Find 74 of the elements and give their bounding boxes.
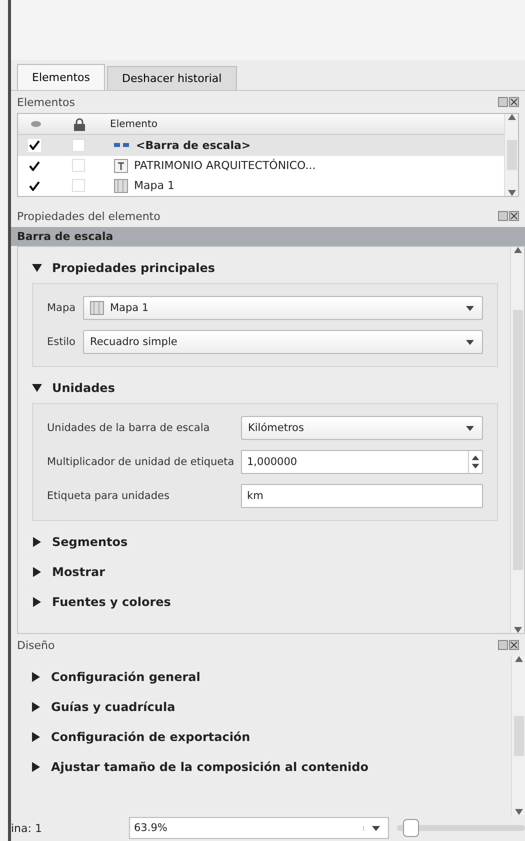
page-number: ina: 1 bbox=[11, 822, 43, 834]
close-icon[interactable] bbox=[509, 640, 519, 650]
section-toggle[interactable]: Configuración general bbox=[31, 662, 499, 692]
lock-checkbox[interactable] bbox=[72, 179, 85, 192]
zoom-slider[interactable] bbox=[397, 819, 525, 837]
check-icon bbox=[29, 160, 40, 171]
item-header: Barra de escala bbox=[11, 227, 525, 246]
scroll-down-icon[interactable] bbox=[514, 809, 522, 815]
eye-icon bbox=[30, 119, 42, 130]
collapsed-triangle-icon bbox=[32, 567, 42, 577]
visibility-checkbox[interactable] bbox=[28, 138, 41, 152]
scrollbar-thumb[interactable] bbox=[512, 310, 522, 570]
spinner-arrows-icon[interactable] bbox=[468, 451, 482, 473]
lock-checkbox[interactable] bbox=[72, 138, 85, 152]
panel-title: Propiedades del elemento bbox=[17, 210, 160, 222]
field-label: Mapa bbox=[47, 302, 77, 314]
dropdown[interactable]: Recuadro simple bbox=[83, 330, 483, 354]
text-icon bbox=[114, 158, 128, 173]
close-icon[interactable] bbox=[509, 97, 519, 107]
collapsed-triangle-icon bbox=[32, 537, 42, 547]
section-toggle[interactable]: Unidades bbox=[32, 373, 498, 403]
field-label: Unidades de la barra de escala bbox=[47, 422, 211, 434]
close-icon[interactable] bbox=[509, 211, 519, 221]
vertical-scrollbar[interactable] bbox=[510, 247, 524, 633]
table-row[interactable]: <Barra de escala> bbox=[18, 135, 504, 156]
section-toggle[interactable]: Fuentes y colores bbox=[32, 587, 498, 617]
scroll-up-icon[interactable] bbox=[508, 114, 516, 120]
zoom-dropdown[interactable]: 63.9% bbox=[129, 817, 389, 839]
caret-icon bbox=[466, 306, 474, 310]
spin-box[interactable]: 1,000000 bbox=[241, 450, 483, 474]
scroll-down-icon[interactable] bbox=[508, 190, 516, 196]
section-toggle[interactable]: Segmentos bbox=[32, 527, 498, 557]
tab[interactable]: Deshacer historial bbox=[107, 66, 237, 90]
scrollbar-thumb[interactable] bbox=[514, 716, 524, 756]
caret-icon bbox=[466, 340, 474, 344]
input-field[interactable]: km bbox=[241, 484, 483, 508]
scroll-down-icon[interactable] bbox=[514, 627, 522, 633]
section-toggle[interactable]: Guías y cuadrícula bbox=[31, 692, 499, 722]
item-name: PATRIMONIO ARQUITECTÓNICO... bbox=[134, 159, 316, 172]
lock-checkbox[interactable] bbox=[72, 159, 85, 172]
section-toggle[interactable]: Propiedades principales bbox=[32, 253, 498, 283]
collapsed-triangle-icon bbox=[31, 672, 41, 682]
tab[interactable]: Elementos bbox=[17, 64, 106, 90]
expanded-triangle-icon bbox=[32, 383, 42, 393]
section-toggle[interactable]: Mostrar bbox=[32, 557, 498, 587]
caret-icon bbox=[372, 826, 380, 830]
collapsed-triangle-icon bbox=[32, 597, 42, 607]
slider-thumb[interactable] bbox=[402, 819, 419, 837]
vertical-scrollbar[interactable] bbox=[504, 114, 518, 196]
collapsed-triangle-icon bbox=[31, 762, 41, 772]
table-row[interactable]: PATRIMONIO ARQUITECTÓNICO... bbox=[18, 156, 504, 176]
check-icon bbox=[29, 180, 40, 191]
scrollbar-thumb[interactable] bbox=[506, 140, 516, 170]
check-icon bbox=[29, 140, 40, 150]
expanded-triangle-icon bbox=[32, 263, 42, 273]
field-label: Multiplicador de unidad de etiqueta bbox=[47, 456, 236, 468]
caret-icon bbox=[466, 426, 474, 430]
item-name: Mapa 1 bbox=[134, 179, 174, 192]
section-toggle[interactable]: Ajustar tamaño de la composición al contenido bbox=[31, 752, 499, 782]
item-name: <Barra de escala> bbox=[136, 138, 251, 152]
panel-title: Diseño bbox=[17, 638, 55, 652]
scroll-up-icon[interactable] bbox=[514, 656, 522, 662]
lock-icon bbox=[74, 118, 85, 131]
dropdown[interactable]: Kilómetros bbox=[241, 416, 483, 440]
collapsed-triangle-icon bbox=[31, 702, 41, 712]
section-toggle[interactable]: Configuración de exportación bbox=[31, 722, 499, 752]
collapsed-triangle-icon bbox=[31, 732, 41, 742]
field-label: Estilo bbox=[47, 336, 76, 348]
panel-title: Elementos bbox=[17, 96, 76, 108]
field-label: Etiqueta para unidades bbox=[47, 490, 170, 502]
vertical-scrollbar[interactable] bbox=[511, 656, 525, 815]
dropdown[interactable]: Mapa 1 bbox=[83, 296, 483, 320]
map-icon bbox=[114, 178, 128, 193]
scale-bar-icon bbox=[114, 143, 130, 148]
